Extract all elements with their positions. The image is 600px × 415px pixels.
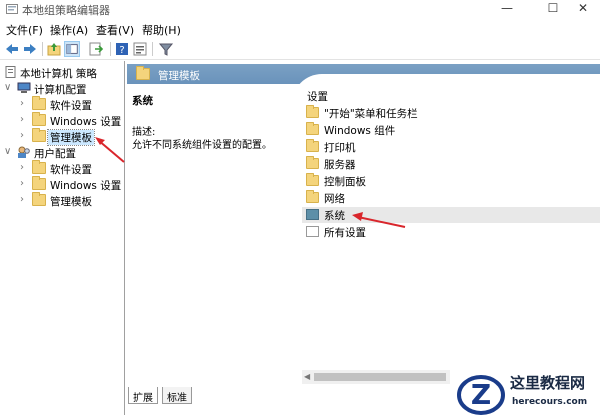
horizontal-scrollbar[interactable]: ◀ [302,370,450,384]
properties-icon[interactable] [132,41,148,57]
red-arrow-icon [352,212,406,228]
tree-item-label: 软件设置 [50,164,92,176]
back-icon[interactable] [4,41,20,57]
tab-standard[interactable]: 标准 [162,387,192,404]
folder-icon [306,122,319,135]
folder-icon [306,139,319,152]
list-item-label: 网络 [324,193,345,205]
list-item[interactable]: 网络 [302,190,600,206]
tree-item-label: 计算机配置 [34,84,87,96]
folder-icon [32,112,46,126]
user-icon [18,146,30,158]
tree-item-label: Windows 设置 [50,116,122,128]
forward-icon[interactable] [22,41,38,57]
folder-icon [32,96,46,110]
filter-icon[interactable] [158,41,174,57]
title-bar: 本地组策略编辑器 — ☐ ✕ [0,0,600,18]
description-panel: 系统 描述: 允许不同系统组件设置的配置。 [132,93,292,151]
folder-icon [32,160,46,174]
list-item[interactable]: 服务器 [302,156,600,172]
tree-root-label: 本地计算机 策略 [20,68,97,80]
description-text: 允许不同系统组件设置的配置。 [132,140,272,151]
list-item[interactable]: "开始"菜单和任务栏 [302,105,600,121]
settings-column-header[interactable]: 设置 [307,89,328,104]
list-item-label: "开始"菜单和任务栏 [324,108,418,120]
list-item[interactable]: Windows 组件 [302,122,600,138]
menu-view[interactable]: 查看(V) [96,22,134,38]
window-title: 本地组策略编辑器 [22,4,110,17]
menu-action[interactable]: 操作(A) [50,22,88,38]
folder-icon [306,173,319,186]
details-pane: 管理模板 系统 描述: 允许不同系统组件设置的配置。 设置 "开始"菜单和任务栏… [127,61,600,415]
chevron-right-icon[interactable]: › [20,194,30,205]
folder-icon [306,105,319,118]
red-arrow-icon [95,137,125,163]
folder-icon [306,190,319,203]
list-item[interactable]: 打印机 [302,139,600,155]
app-icon [6,4,18,14]
menu-bar: 文件(F) 操作(A) 查看(V) 帮助(H) [0,19,600,37]
help-icon[interactable]: ? [114,41,130,57]
policy-tree: 本地计算机 策略 ∨ 计算机配置 › 软件设置 › Windows 设置 › 管… [0,61,125,415]
description-title: 系统 [132,95,153,107]
up-folder-icon[interactable] [46,41,62,57]
show-hide-tree-icon[interactable] [64,41,80,57]
list-item-label: 系统 [324,210,345,222]
list-item-label: 服务器 [324,159,356,171]
chevron-right-icon[interactable]: › [20,162,30,173]
scroll-left-icon[interactable]: ◀ [304,372,310,381]
scroll-thumb[interactable] [314,373,446,381]
computer-icon [17,82,31,93]
close-button[interactable]: ✕ [560,0,600,18]
list-item[interactable]: 系统 [302,207,600,223]
tree-item-label: 管理模板 [47,129,95,146]
chevron-down-icon[interactable]: ∨ [4,82,14,93]
chevron-right-icon[interactable]: › [20,114,30,125]
list-item[interactable]: 控制面板 [302,173,600,189]
policy-document-icon [5,66,16,78]
all-settings-icon [306,226,319,237]
toolbar: ? [0,38,600,60]
chevron-right-icon[interactable]: › [20,130,30,141]
watermark: Z 这里教程网 herecours.com [455,372,600,415]
list-item-label: 控制面板 [324,176,366,188]
folder-icon [32,192,46,206]
menu-help[interactable]: 帮助(H) [142,22,181,38]
folder-icon [32,128,46,142]
list-item[interactable]: 所有设置 [302,224,600,240]
folder-icon [32,176,46,190]
view-tabs: 扩展 标准 [128,387,328,405]
pane-header-title: 管理模板 [158,70,200,82]
pane-header: 管理模板 [127,64,600,134]
minimize-button[interactable]: — [484,0,530,18]
tree-item-label: 管理模板 [50,196,92,208]
svg-text:?: ? [119,45,124,56]
export-list-icon[interactable] [88,41,104,57]
watermark-title: 这里教程网 [510,374,586,392]
folder-icon [306,156,319,169]
tree-item-label: 用户配置 [34,148,76,160]
list-item-label: 打印机 [324,142,356,154]
chevron-down-icon[interactable]: ∨ [4,146,14,157]
site-logo-icon: Z [457,375,505,415]
chevron-right-icon[interactable]: › [20,178,30,189]
svg-text:Z: Z [471,378,491,411]
list-item-label: Windows 组件 [324,125,396,137]
folder-icon [136,66,150,80]
tree-item-label: 软件设置 [50,100,92,112]
chevron-right-icon[interactable]: › [20,98,30,109]
system-icon [306,209,319,220]
menu-file[interactable]: 文件(F) [6,22,43,38]
tab-extended[interactable]: 扩展 [128,387,158,404]
watermark-url: herecours.com [512,397,588,407]
tree-item-label: Windows 设置 [50,180,122,192]
